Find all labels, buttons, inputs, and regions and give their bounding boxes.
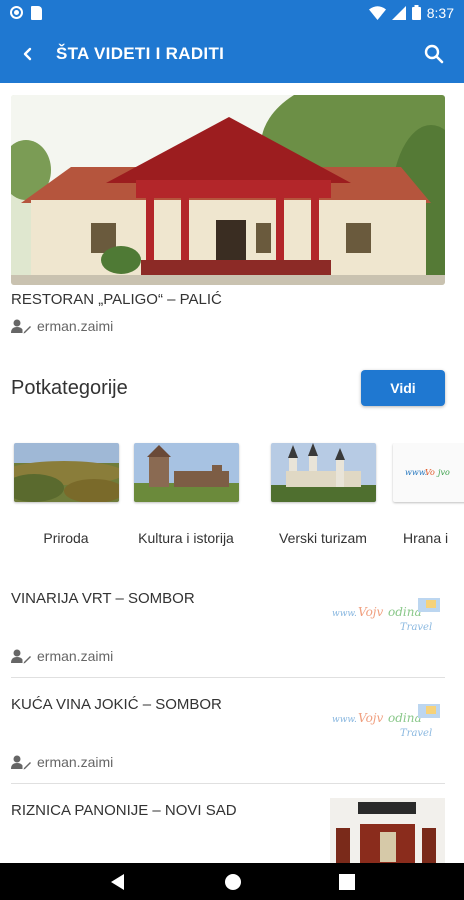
sd-card-icon	[31, 5, 42, 20]
list-item-title: KUĆA VINA JOKIĆ – SOMBOR	[11, 696, 222, 713]
subcategory-image	[13, 443, 119, 502]
list-item-author: erman.zaimi	[11, 648, 113, 664]
nav-recents-icon[interactable]	[339, 873, 356, 890]
user-edit-icon	[11, 319, 31, 333]
section-title: Potkategorije	[11, 376, 128, 399]
featured-author: erman.zaimi	[11, 318, 113, 334]
list-item[interactable]: RIZNICA PANONIJE – NOVI SAD	[0, 792, 464, 863]
list-item-image: www. Vojv odina Travel	[330, 588, 445, 658]
subcategory-label: Hrana i	[403, 530, 449, 546]
featured-title[interactable]: RESTORAN „PALIGO“ – PALIĆ	[11, 291, 222, 308]
list-item-title: VINARIJA VRT – SOMBOR	[11, 590, 195, 607]
subcategory-card[interactable]: Verski turizam	[259, 443, 387, 546]
subcategory-label: Kultura i istorija	[138, 530, 234, 546]
battery-icon	[411, 5, 421, 20]
wifi-icon	[368, 5, 386, 20]
nav-home-icon[interactable]	[224, 873, 242, 891]
search-icon	[424, 44, 444, 64]
list-item-author: erman.zaimi	[11, 754, 113, 770]
author-name: erman.zaimi	[37, 648, 114, 664]
svg-text:www.: www.	[332, 609, 357, 619]
subcategory-label: Priroda	[43, 530, 89, 546]
divider	[11, 783, 445, 784]
user-edit-icon	[11, 755, 31, 769]
list-item[interactable]: KUĆA VINA JOKIĆ – SOMBOR www. Vojv odina Tr…	[0, 686, 464, 792]
notification-icon	[10, 6, 23, 19]
system-nav-bar	[0, 863, 464, 900]
status-bar: 8:37	[0, 0, 464, 25]
svg-text:odina: odina	[388, 605, 422, 619]
search-button[interactable]	[404, 25, 464, 83]
signal-icon	[391, 5, 406, 20]
subcategories-header: Potkategorije Vidi	[11, 370, 445, 406]
svg-text:Vojv: Vojv	[358, 605, 384, 619]
content-area[interactable]: RESTORAN „PALIGO“ – PALIĆ erman.zaimi Po…	[0, 83, 464, 863]
nav-back-icon[interactable]	[109, 873, 127, 891]
svg-text:Travel: Travel	[400, 728, 432, 739]
svg-text:www.: www.	[332, 715, 357, 725]
divider	[11, 677, 445, 678]
subcategory-image: www. Vo jvo	[393, 443, 464, 502]
author-name: erman.zaimi	[37, 318, 114, 334]
svg-text:jvo: jvo	[436, 468, 450, 477]
svg-text:Vo: Vo	[425, 468, 435, 477]
subcategory-label: Verski turizam	[279, 530, 367, 546]
view-all-button[interactable]: Vidi	[361, 370, 445, 406]
subcategory-image	[270, 443, 376, 502]
svg-text:Travel: Travel	[400, 622, 432, 633]
svg-text:odina: odina	[388, 711, 422, 725]
subcategory-card[interactable]: Kultura i istorija	[122, 443, 250, 546]
subcategory-image	[133, 443, 239, 502]
page-title: ŠTA VIDETI I RADITI	[56, 44, 225, 63]
list-item-image: www. Vojv odina Travel	[330, 694, 445, 764]
subcategory-carousel[interactable]: Priroda Kultura i istorija Verski turiza…	[0, 443, 464, 553]
back-button[interactable]	[0, 25, 56, 83]
author-name: erman.zaimi	[37, 754, 114, 770]
status-time: 8:37	[426, 4, 454, 21]
subcategory-card[interactable]: Priroda	[2, 443, 130, 546]
list-item-title: RIZNICA PANONIJE – NOVI SAD	[11, 802, 237, 819]
list-item-image	[330, 798, 445, 863]
app-bar: ŠTA VIDETI I RADITI	[0, 25, 464, 83]
svg-text:www.: www.	[405, 468, 427, 477]
list-item[interactable]: VINARIJA VRT – SOMBOR www. Vojv odina Trave…	[0, 580, 464, 686]
back-arrow-icon	[23, 47, 32, 61]
user-edit-icon	[11, 649, 31, 663]
subcategory-card[interactable]: www. Vo jvo Hrana i	[387, 443, 464, 546]
featured-image[interactable]	[11, 95, 445, 285]
svg-text:Vojv: Vojv	[358, 711, 384, 725]
